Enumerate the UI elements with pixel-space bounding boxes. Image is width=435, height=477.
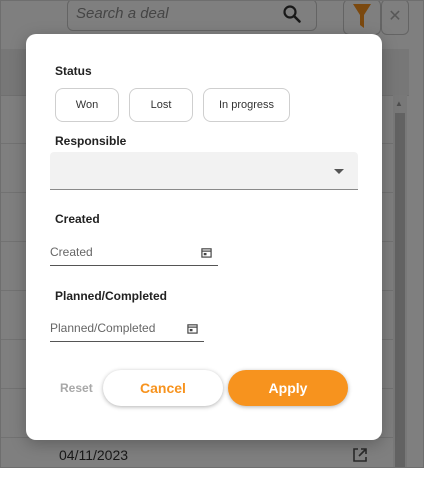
planned-completed-date-input[interactable]: Planned/Completed [50,318,204,342]
status-chip-won[interactable]: Won [55,88,119,122]
responsible-label: Responsible [55,134,127,148]
created-label: Created [55,212,100,226]
created-date-input[interactable]: Created [50,242,218,266]
planned-completed-placeholder: Planned/Completed [50,321,156,335]
calendar-icon[interactable] [187,323,198,334]
responsible-select[interactable] [50,152,358,190]
status-label: Status [55,64,92,78]
status-chip-lost[interactable]: Lost [129,88,193,122]
reset-button[interactable]: Reset [60,381,93,395]
calendar-icon[interactable] [201,247,212,258]
planned-completed-label: Planned/Completed [55,289,168,303]
filter-dialog: Status Won Lost In progress Responsible … [26,34,382,440]
status-chip-in-progress[interactable]: In progress [203,88,290,122]
cancel-button[interactable]: Cancel [103,370,223,406]
created-placeholder: Created [50,245,93,259]
apply-button[interactable]: Apply [228,370,348,406]
chevron-down-icon [334,169,344,174]
